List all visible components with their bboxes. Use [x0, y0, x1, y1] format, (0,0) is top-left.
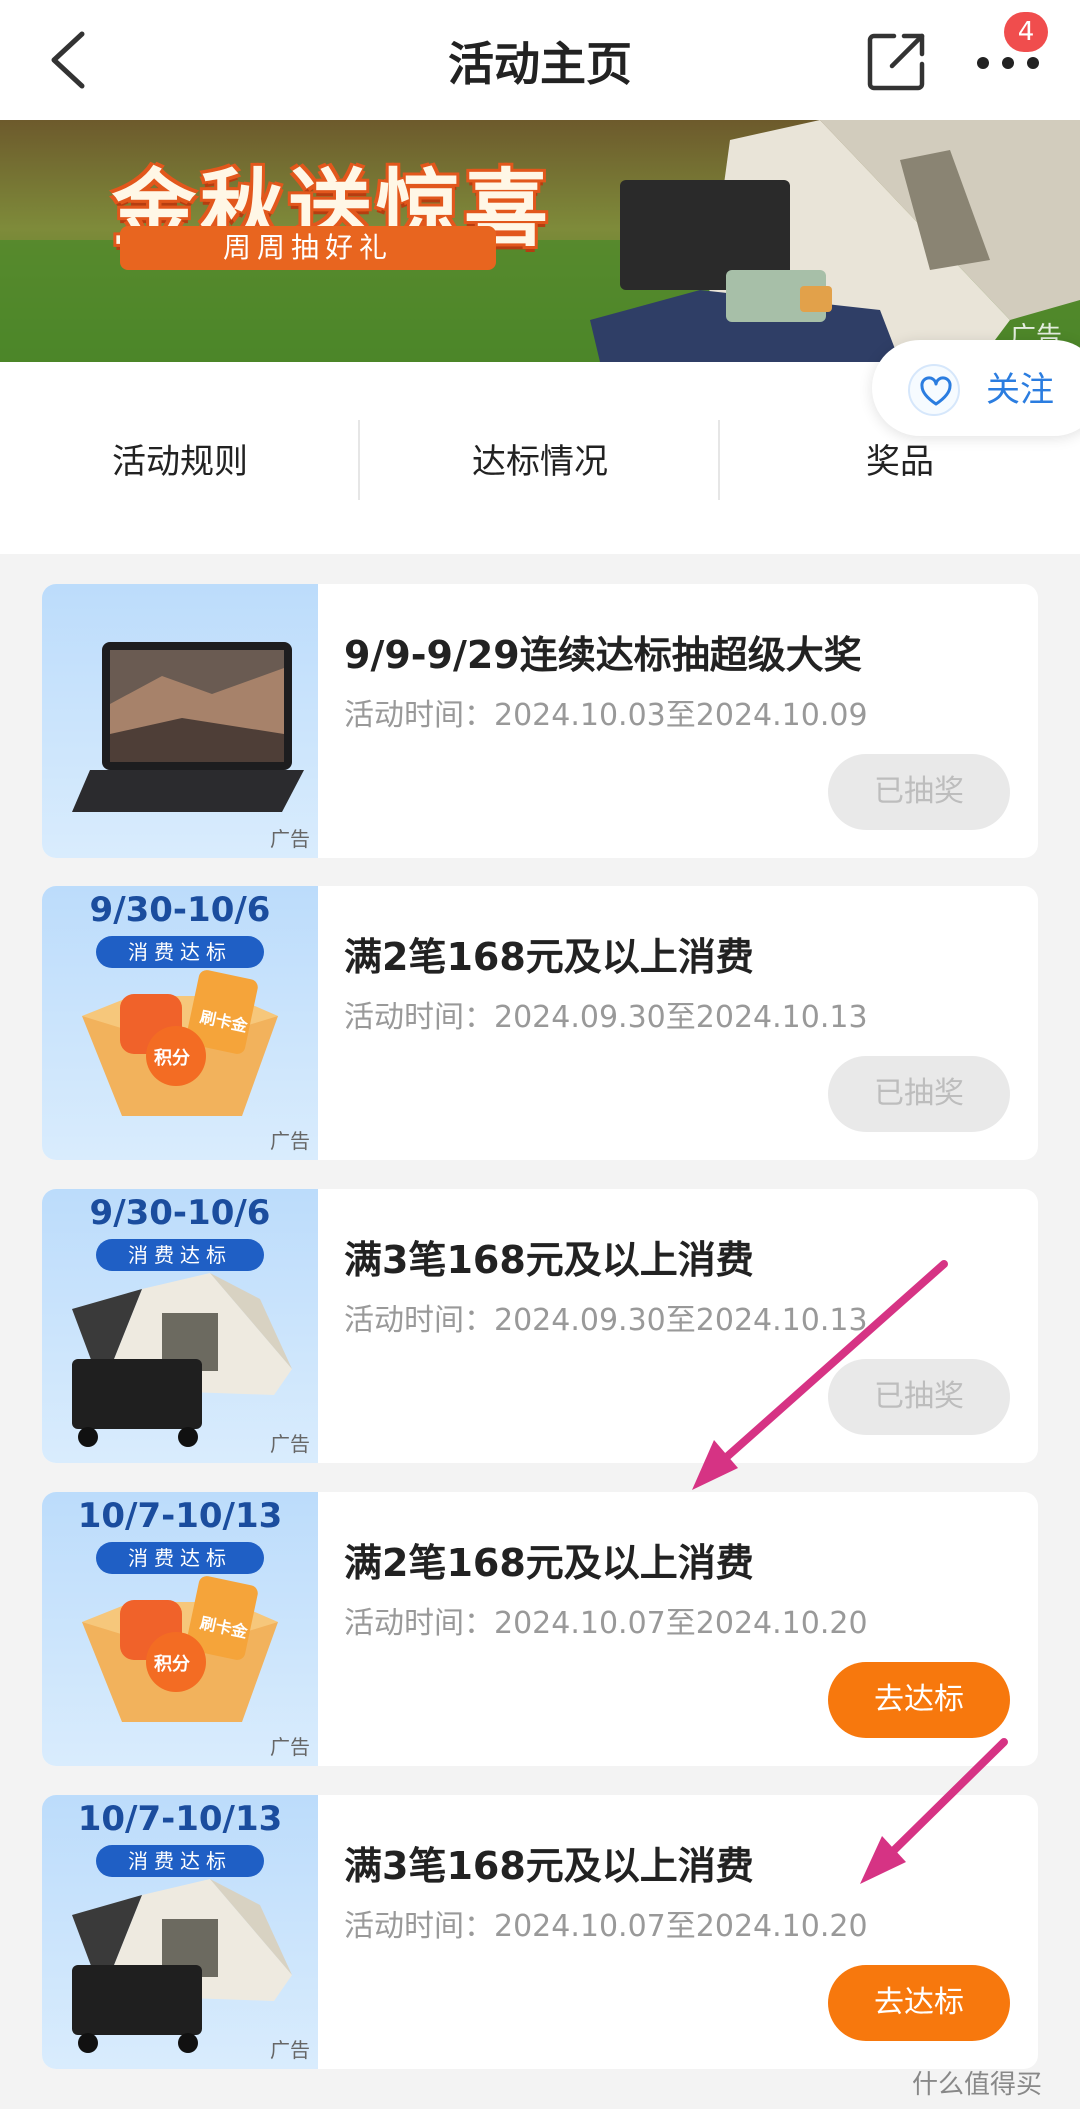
card-title: 9/9-9/29连续达标抽超级大奖	[344, 633, 862, 677]
drawn-button[interactable]: 已抽奖	[828, 1359, 1010, 1435]
card-thumbnail: 9/30-10/6 消费达标 刷卡金 积分 广告	[42, 886, 318, 1160]
coin-label: 积分	[154, 1048, 190, 1069]
card-thumbnail: 9/30-10/6 消费达标 广告	[42, 1189, 318, 1463]
thumb-date-range: 10/7-10/13	[77, 1496, 283, 1536]
activity-card[interactable]: 广告 9/9-9/29连续达标抽超级大奖 活动时间：2024.10.03至202…	[42, 584, 1038, 858]
thumb-date-range: 9/30-10/6	[89, 1193, 271, 1233]
card-thumbnail: 广告	[42, 584, 318, 858]
tab-rules[interactable]: 活动规则	[0, 434, 360, 483]
drawn-button[interactable]: 已抽奖	[828, 754, 1010, 830]
go-qualify-button[interactable]: 去达标	[828, 1662, 1010, 1738]
card-title: 满3笔168元及以上消费	[344, 1844, 754, 1888]
share-icon[interactable]	[864, 28, 930, 94]
follow-label: 关注	[986, 370, 1054, 410]
promo-banner[interactable]: 金秋送惊喜 周周抽好礼 广告	[0, 120, 1080, 362]
coin-label: 积分	[154, 1654, 190, 1675]
tab-prizes[interactable]: 奖品	[720, 434, 1080, 483]
thumb-date-range: 10/7-10/13	[77, 1799, 283, 1839]
ad-tag: 广告	[270, 827, 310, 851]
ad-tag: 广告	[270, 1129, 310, 1153]
card-time: 活动时间：2024.10.07至2024.10.20	[344, 1909, 868, 1944]
follow-button[interactable]: 关注	[872, 340, 1080, 436]
card-title: 满2笔168元及以上消费	[344, 935, 754, 979]
top-bar: 活动主页 4	[0, 0, 1080, 120]
thumb-pill: 消费达标	[96, 1845, 264, 1877]
tab-status[interactable]: 达标情况	[360, 434, 720, 483]
card-time: 活动时间：2024.09.30至2024.10.13	[344, 1303, 868, 1338]
more-dots-icon	[977, 57, 1039, 69]
thumb-date-range: 9/30-10/6	[89, 890, 271, 930]
card-thumbnail: 10/7-10/13 消费达标 广告	[42, 1795, 318, 2069]
go-qualify-button[interactable]: 去达标	[828, 1965, 1010, 2041]
card-time: 活动时间：2024.09.30至2024.10.13	[344, 1000, 868, 1035]
banner-subtitle: 周周抽好礼	[120, 226, 496, 270]
activity-card[interactable]: 9/30-10/6 消费达标 刷卡金 积分 广告 满2笔168元及以上消费 活动…	[42, 886, 1038, 1160]
ad-tag: 广告	[270, 1432, 310, 1456]
heart-icon-wrap	[908, 364, 960, 416]
notification-badge: 4	[1004, 12, 1048, 52]
thumb-pill: 消费达标	[96, 1239, 264, 1271]
card-title: 满3笔168元及以上消费	[344, 1238, 754, 1282]
card-time: 活动时间：2024.10.07至2024.10.20	[344, 1606, 868, 1641]
laptop-image	[72, 642, 304, 812]
thumb-pill: 消费达标	[96, 1542, 264, 1574]
ad-tag: 广告	[270, 2038, 310, 2062]
card-title: 满2笔168元及以上消费	[344, 1541, 754, 1585]
drawn-button[interactable]: 已抽奖	[828, 1056, 1010, 1132]
heart-icon	[920, 376, 952, 406]
thumb-pill: 消费达标	[96, 936, 264, 968]
card-time: 活动时间：2024.10.03至2024.10.09	[344, 698, 868, 733]
ad-tag: 广告	[270, 1735, 310, 1759]
card-thumbnail: 10/7-10/13 消费达标 刷卡金 积分 广告	[42, 1492, 318, 1766]
watermark: 什么值得买	[912, 2070, 1043, 2100]
activity-card[interactable]: 10/7-10/13 消费达标 广告 满3笔168元及以上消费 活动时间：202…	[42, 1795, 1038, 2069]
activity-card[interactable]: 10/7-10/13 消费达标 刷卡金 积分 广告 满2笔168元及以上消费 活…	[42, 1492, 1038, 1766]
activity-card[interactable]: 9/30-10/6 消费达标 广告 满3笔168元及以上消费 活动时间：2024…	[42, 1189, 1038, 1463]
